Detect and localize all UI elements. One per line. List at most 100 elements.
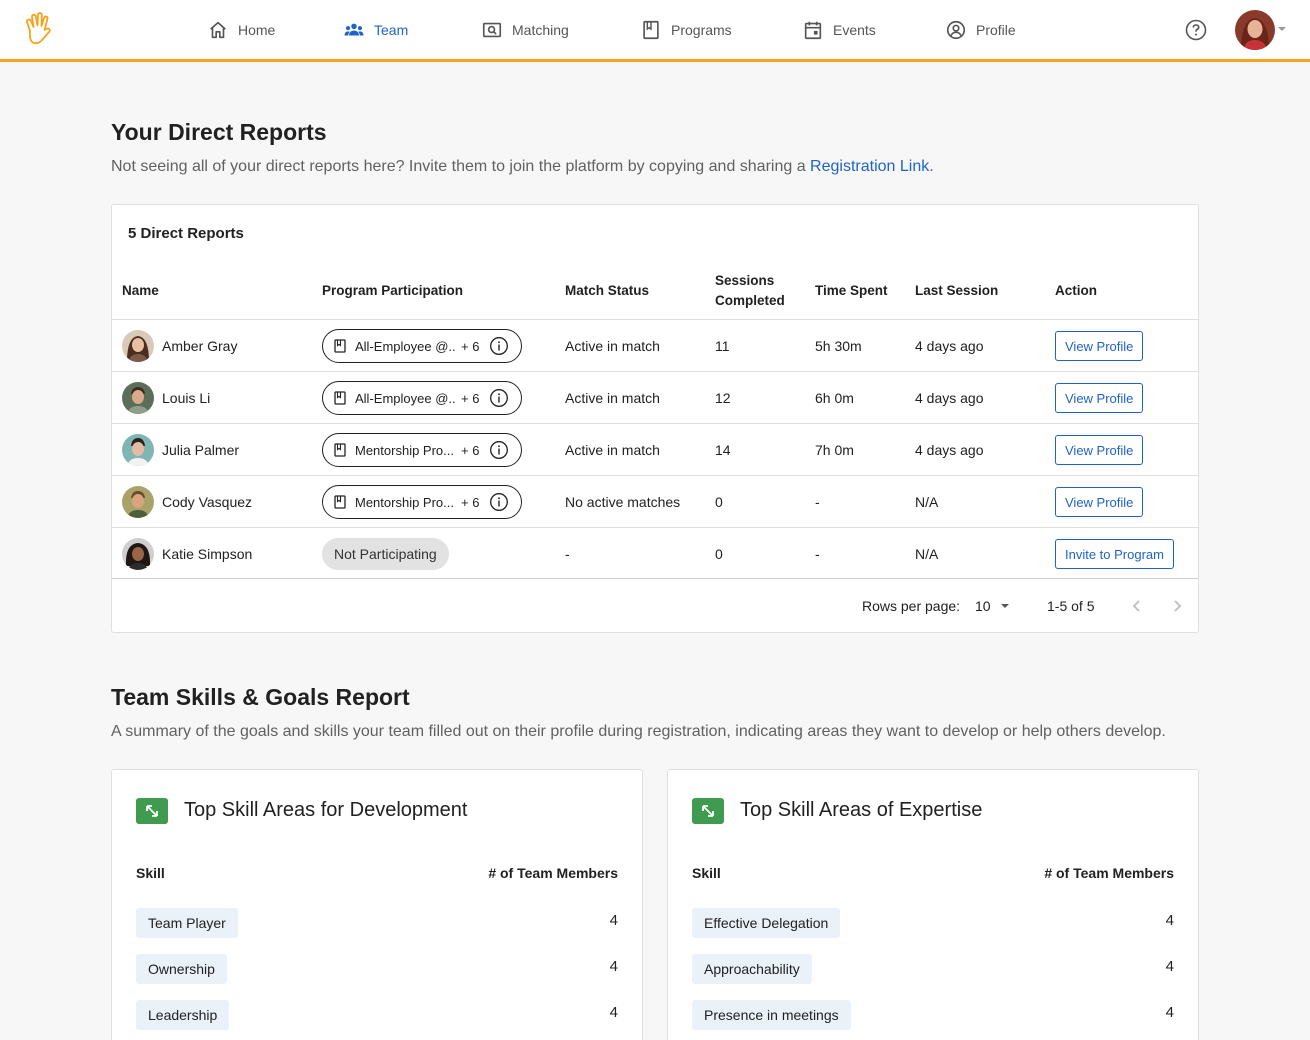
- rows-per-page-select[interactable]: 10: [975, 579, 1011, 633]
- action-cell: View Profile: [1055, 372, 1144, 424]
- skill-count: 4: [1165, 912, 1174, 929]
- invite-to-program-button[interactable]: Invite to Program: [1055, 539, 1174, 569]
- last-session-cell: 4 days ago: [915, 338, 984, 354]
- pagination-range: 1-5 of 5: [1047, 598, 1095, 614]
- table-row: Julia Palmer Mentorship Pro... + 6 Activ…: [112, 423, 1198, 475]
- column-header-name: Name: [122, 283, 159, 298]
- table-row: Katie Simpson Not Participating - 0 - N/…: [112, 527, 1198, 579]
- last-session-cell: N/A: [915, 546, 939, 562]
- book-icon: [334, 495, 346, 509]
- view-profile-button[interactable]: View Profile: [1055, 383, 1144, 413]
- program-chip[interactable]: Mentorship Pro... + 6: [322, 433, 522, 467]
- avatar: [122, 538, 154, 570]
- row-name: Katie Simpson: [162, 546, 253, 562]
- program-participation-cell: Mentorship Pro... + 6: [322, 424, 522, 476]
- nav-matching-label: Matching: [512, 22, 569, 38]
- nav-matching[interactable]: Matching: [481, 18, 569, 42]
- info-icon[interactable]: [489, 336, 509, 356]
- direct-reports-count: 5 Direct Reports: [128, 225, 244, 242]
- user-avatar-button[interactable]: [1235, 10, 1275, 50]
- last-session-cell: N/A: [915, 494, 939, 510]
- column-header-team-members: # of Team Members: [488, 865, 618, 881]
- skill-chip: Team Player: [136, 908, 238, 938]
- nav-home[interactable]: Home: [207, 18, 275, 42]
- nav-home-label: Home: [238, 22, 276, 38]
- skill-count: 4: [1165, 1004, 1174, 1021]
- nav-team[interactable]: Team: [343, 18, 408, 42]
- time-spent-cell: 6h 0m: [815, 390, 854, 406]
- nav-profile[interactable]: Profile: [945, 18, 1016, 42]
- nav-programs-label: Programs: [671, 22, 732, 38]
- skills-report-subtitle: A summary of the goals and skills your t…: [111, 723, 1166, 740]
- table-row: Louis Li All-Employee @... + 6 Active in…: [112, 371, 1198, 423]
- row-name: Louis Li: [162, 390, 211, 406]
- row-name: Amber Gray: [162, 338, 238, 354]
- matching-icon: [482, 22, 502, 38]
- action-cell: Invite to Program: [1055, 528, 1174, 580]
- view-profile-button[interactable]: View Profile: [1055, 487, 1144, 517]
- last-session-cell: 4 days ago: [915, 442, 984, 458]
- view-profile-button[interactable]: View Profile: [1055, 331, 1144, 361]
- not-participating-chip: Not Participating: [322, 538, 449, 570]
- time-spent-cell: 7h 0m: [815, 442, 854, 458]
- rows-per-page-value: 10: [975, 598, 991, 614]
- skill-count: 4: [1165, 958, 1174, 975]
- column-header-match-status: Match Status: [565, 283, 650, 298]
- sessions-cell: 14: [715, 442, 731, 458]
- program-extra-count: + 6: [461, 494, 480, 510]
- profile-icon: [946, 20, 966, 40]
- row-name-cell: Amber Gray: [122, 320, 237, 372]
- registration-link[interactable]: Registration Link: [810, 158, 929, 175]
- program-chip[interactable]: Mentorship Pro... + 6: [322, 485, 522, 519]
- program-name: All-Employee @...: [355, 338, 455, 354]
- program-extra-count: + 6: [461, 442, 480, 458]
- sessions-cell: 12: [715, 390, 731, 406]
- column-header-program: Program Participation: [322, 283, 464, 298]
- table-row: Amber Gray All-Employee @... + 6 Active …: [112, 319, 1198, 371]
- chevron-down-icon[interactable]: [1278, 27, 1286, 31]
- book-icon: [334, 391, 346, 405]
- chevron-left-icon: [1132, 600, 1140, 612]
- help-icon[interactable]: [1184, 18, 1208, 42]
- program-participation-cell: All-Employee @... + 6: [322, 320, 522, 372]
- row-name: Cody Vasquez: [162, 494, 253, 510]
- waving-hand-logo-icon[interactable]: [22, 12, 54, 46]
- avatar: [122, 382, 154, 414]
- skill-chip: Effective Delegation: [692, 908, 841, 938]
- subtitle-suffix: .: [929, 158, 934, 175]
- program-name: Mentorship Pro...: [355, 442, 454, 458]
- avatar: [1235, 10, 1275, 50]
- info-icon[interactable]: [489, 440, 509, 460]
- view-profile-button[interactable]: View Profile: [1055, 435, 1144, 465]
- column-header-action: Action: [1055, 283, 1097, 298]
- nav-programs[interactable]: Programs: [640, 18, 732, 42]
- column-header-sessions: Sessions Completed: [715, 273, 785, 308]
- table-row: Cody Vasquez Mentorship Pro... + 6 No ac…: [112, 475, 1198, 527]
- program-extra-count: + 6: [461, 390, 480, 406]
- programs-icon: [643, 20, 659, 40]
- column-header-skill: Skill: [136, 865, 165, 881]
- time-spent-cell: 5h 30m: [815, 338, 862, 354]
- avatar: [122, 330, 154, 362]
- row-name-cell: Katie Simpson: [122, 528, 252, 580]
- next-page-button[interactable]: [1168, 579, 1186, 633]
- program-chip[interactable]: All-Employee @... + 6: [322, 381, 522, 415]
- direct-reports-title: Your Direct Reports: [111, 119, 327, 145]
- book-icon: [334, 339, 346, 353]
- rows-per-page-label: Rows per page:: [862, 598, 961, 614]
- skill-chip: Leadership: [136, 1000, 230, 1030]
- nav-events-label: Events: [833, 22, 876, 38]
- nav-events[interactable]: Events: [802, 18, 876, 42]
- sessions-cell: 0: [715, 546, 723, 562]
- program-name: All-Employee @...: [355, 390, 455, 406]
- time-spent-cell: -: [815, 494, 820, 510]
- info-icon[interactable]: [489, 388, 509, 408]
- info-icon[interactable]: [489, 492, 509, 512]
- skill-chip: Ownership: [136, 954, 227, 984]
- skill-count: 4: [609, 958, 618, 975]
- nav-team-label: Team: [374, 22, 409, 38]
- column-header-last-session: Last Session: [915, 283, 999, 298]
- nav-profile-label: Profile: [976, 22, 1016, 38]
- previous-page-button[interactable]: [1128, 579, 1146, 633]
- program-chip[interactable]: All-Employee @... + 6: [322, 329, 522, 363]
